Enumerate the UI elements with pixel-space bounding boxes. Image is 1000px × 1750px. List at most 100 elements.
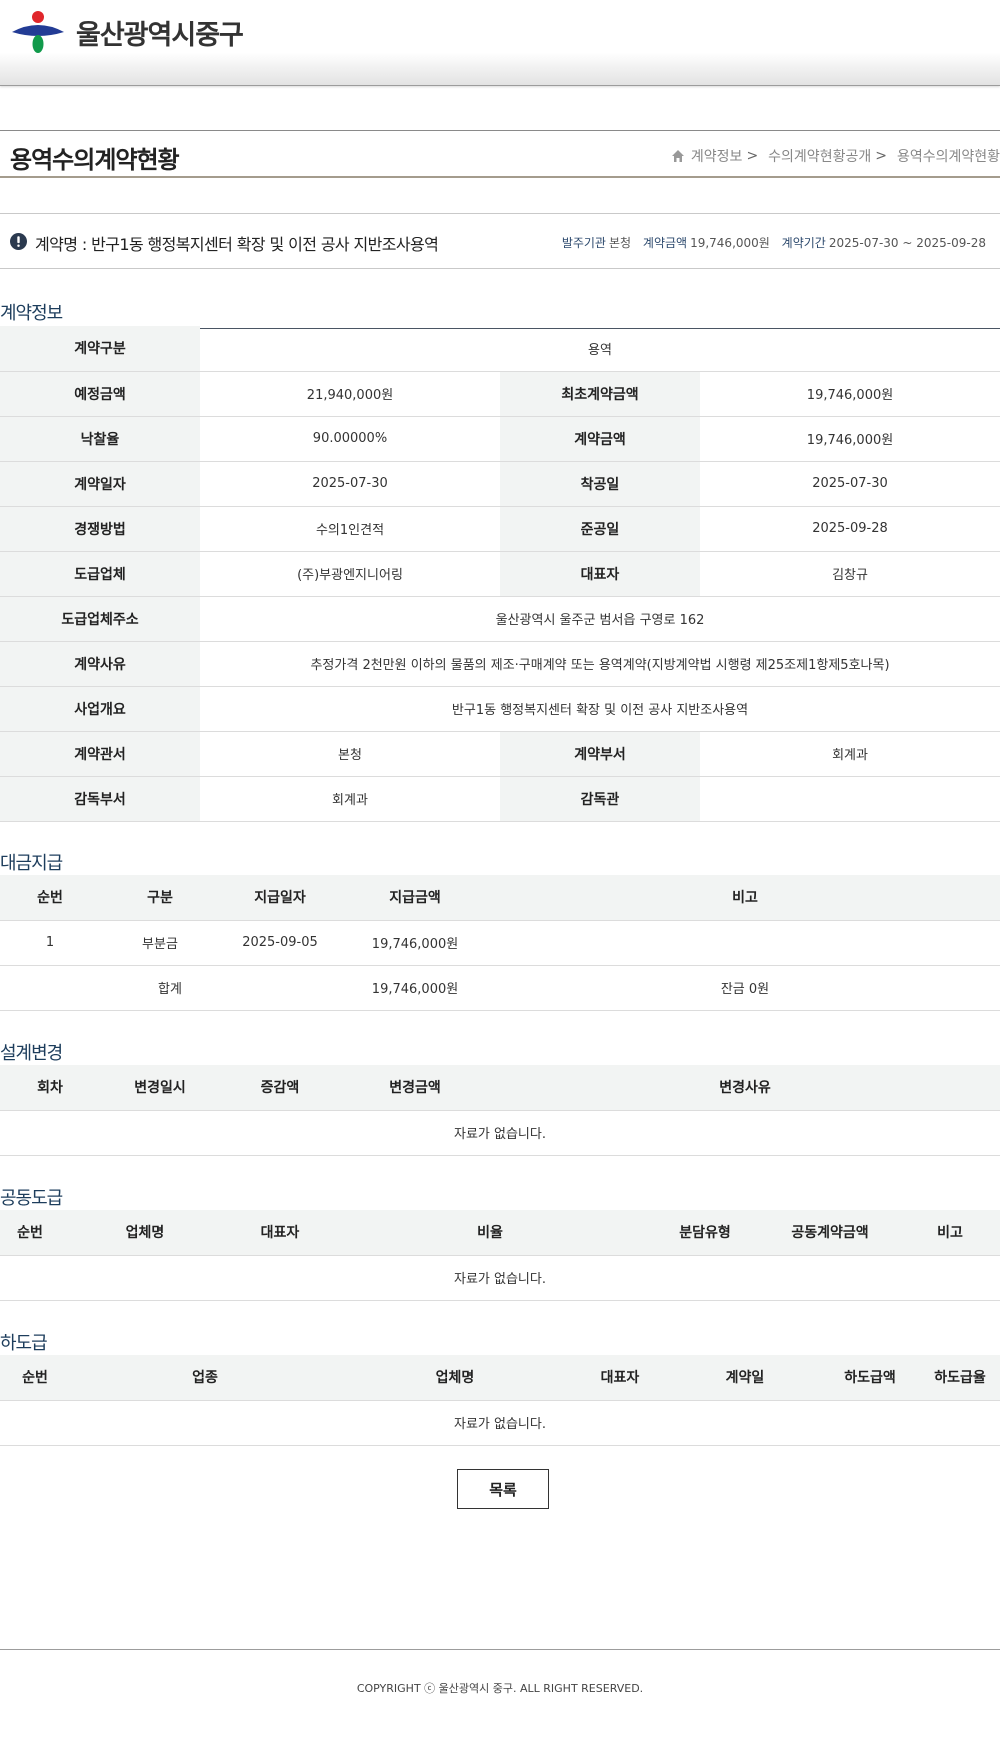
total-amount: 19,746,000원	[340, 965, 490, 1011]
column-header: 구분	[100, 875, 220, 921]
junggu-emblem-icon	[12, 11, 64, 53]
label-method: 경쟁방법	[0, 506, 200, 552]
site-header: 울산광역시중구	[0, 0, 1000, 86]
table-header-row: 순번 업종 업체명 대표자 계약일 하도급액 하도급율	[0, 1355, 1000, 1401]
value-end-date: 2025-09-28	[700, 506, 1000, 552]
column-header: 업체명	[60, 1210, 230, 1256]
payment-kind: 부분금	[100, 920, 220, 966]
contract-meta: 발주기관 본청 계약금액 19,746,000원 계약기간 2025-07-30 ~ …	[554, 234, 986, 251]
table-row: 계약사유 추정가격 2천만원 이하의 물품의 제조·구매계약 또는 용역계약(지…	[0, 641, 1000, 687]
label-estimated-amount: 예정금액	[0, 371, 200, 417]
section-title-contract-info: 계약정보	[0, 299, 1000, 329]
table-row: 1 부분금 2025-09-05 19,746,000원	[0, 920, 1000, 966]
breadcrumb: 계약정보 > 수의계약현황공개 > 용역수의계약현황	[671, 146, 1000, 166]
table-header-row: 순번 업체명 대표자 비율 분담유형 공동계약금액 비고	[0, 1210, 1000, 1256]
column-header: 변경사유	[490, 1065, 1000, 1111]
column-header: 변경금액	[340, 1065, 490, 1111]
page-title: 용역수의계약현황	[10, 146, 180, 174]
label-contract-type: 계약구분	[0, 326, 200, 372]
period-value: 2025-07-30 ~ 2025-09-28	[828, 236, 986, 250]
copyright-text: COPYRIGHT ⓒ 울산광역시 중구. ALL RIGHT RESERVED…	[356, 1682, 644, 1695]
table-row: 사업개요 반구1동 행정복지센터 확장 및 이전 공사 지반조사용역	[0, 686, 1000, 732]
column-header: 비율	[330, 1210, 650, 1256]
table-row: 계약관서 본청 계약부서 회계과	[0, 731, 1000, 777]
column-header: 순번	[0, 1210, 60, 1256]
label-start-date: 착공일	[500, 461, 700, 507]
column-header: 지급금액	[340, 875, 490, 921]
breadcrumb-item-contract-info[interactable]: 계약정보	[691, 146, 743, 166]
column-header: 공동계약금액	[760, 1210, 900, 1256]
table-row: 계약구분 용역	[0, 326, 1000, 372]
label-ceo: 대표자	[500, 551, 700, 597]
empty-message: 자료가 없습니다.	[0, 1110, 1000, 1156]
label-project-summary: 사업개요	[0, 686, 200, 732]
breadcrumb-item-service-contract[interactable]: 용역수의계약현황	[897, 146, 1000, 166]
table-row: 경쟁방법 수의1인견적 준공일 2025-09-28	[0, 506, 1000, 552]
payment-amount: 19,746,000원	[340, 920, 490, 966]
column-header: 업종	[70, 1355, 340, 1401]
home-icon[interactable]	[671, 149, 685, 163]
label-contract-office: 계약관서	[0, 731, 200, 777]
value-project-summary: 반구1동 행정복지센터 확장 및 이전 공사 지반조사용역	[200, 686, 1000, 732]
table-row: 자료가 없습니다.	[0, 1110, 1000, 1156]
column-header: 하도급액	[820, 1355, 920, 1401]
value-supervisor	[700, 776, 1000, 822]
label-bid-rate: 낙찰율	[0, 416, 200, 462]
label-contract-dept: 계약부서	[500, 731, 700, 777]
table-header-row: 회차 변경일시 증감액 변경금액 변경사유	[0, 1065, 1000, 1111]
contract-summary: 계약명 : 반구1동 행정복지센터 확장 및 이전 공사 지반조사용역 발주기관…	[0, 213, 1000, 269]
amount-value: 19,746,000원	[690, 236, 770, 250]
value-contract-dept: 회계과	[700, 731, 1000, 777]
table-row: 도급업체 (주)부광엔지니어링 대표자 김창규	[0, 551, 1000, 597]
value-first-amount: 19,746,000원	[700, 371, 1000, 417]
value-estimated-amount: 21,940,000원	[200, 371, 500, 417]
balance: 잔금 0원	[490, 965, 1000, 1011]
table-header-row: 순번 구분 지급일자 지급금액 비고	[0, 875, 1000, 921]
empty-message: 자료가 없습니다.	[0, 1400, 1000, 1446]
list-button[interactable]: 목록	[457, 1469, 549, 1509]
design-change-table: 회차 변경일시 증감액 변경금액 변경사유 자료가 없습니다.	[0, 1065, 1000, 1156]
contract-info-table: 계약구분 용역 예정금액 21,940,000원 최초계약금액 19,746,0…	[0, 326, 1000, 822]
amount-label: 계약금액	[642, 236, 688, 250]
value-company-address: 울산광역시 울주군 범서읍 구영로 162	[200, 596, 1000, 642]
label-company: 도급업체	[0, 551, 200, 597]
label-contract-amount: 계약금액	[500, 416, 700, 462]
contract-name: 계약명 : 반구1동 행정복지센터 확장 및 이전 공사 지반조사용역	[35, 235, 439, 254]
table-row: 계약일자 2025-07-30 착공일 2025-07-30	[0, 461, 1000, 507]
value-contract-reason: 추정가격 2천만원 이하의 물품의 제조·구매계약 또는 용역계약(지방계약법 …	[200, 641, 1000, 687]
breadcrumb-item-private-contract[interactable]: 수의계약현황공개	[768, 146, 871, 166]
page-title-bar: 용역수의계약현황 계약정보 > 수의계약현황공개 > 용역수의계약현황	[0, 130, 1000, 178]
column-header: 하도급율	[920, 1355, 1000, 1401]
value-contract-office: 본청	[200, 731, 500, 777]
table-row: 자료가 없습니다.	[0, 1400, 1000, 1446]
column-header: 대표자	[570, 1355, 670, 1401]
label-contract-date: 계약일자	[0, 461, 200, 507]
label-company-address: 도급업체주소	[0, 596, 200, 642]
site-footer: COPYRIGHT ⓒ 울산광역시 중구. ALL RIGHT RESERVED…	[0, 1649, 1000, 1750]
org-label: 발주기관	[561, 236, 606, 250]
label-contract-reason: 계약사유	[0, 641, 200, 687]
column-header: 업체명	[340, 1355, 570, 1401]
joint-contract-table: 순번 업체명 대표자 비율 분담유형 공동계약금액 비고 자료가 없습니다.	[0, 1210, 1000, 1301]
table-row: 도급업체주소 울산광역시 울주군 범서읍 구영로 162	[0, 596, 1000, 642]
value-contract-amount: 19,746,000원	[700, 416, 1000, 462]
empty-message: 자료가 없습니다.	[0, 1255, 1000, 1301]
payment-note	[490, 920, 1000, 966]
label-supervisor: 감독관	[500, 776, 700, 822]
total-label: 합계	[100, 965, 340, 1011]
column-header: 증감액	[220, 1065, 340, 1111]
value-method: 수의1인견적	[200, 506, 500, 552]
column-header: 분담유형	[650, 1210, 760, 1256]
column-header: 변경일시	[100, 1065, 220, 1111]
column-header: 계약일	[670, 1355, 820, 1401]
exclamation-icon	[10, 233, 27, 250]
subcontract-table: 순번 업종 업체명 대표자 계약일 하도급액 하도급율 자료가 없습니다.	[0, 1355, 1000, 1446]
breadcrumb-separator: >	[746, 148, 759, 164]
breadcrumb-separator: >	[875, 148, 887, 164]
column-header: 순번	[0, 1355, 70, 1401]
site-logo[interactable]: 울산광역시중구	[10, 10, 244, 54]
org-value: 본청	[608, 236, 632, 250]
value-supervise-dept: 회계과	[200, 776, 500, 822]
value-bid-rate: 90.00000%	[200, 416, 500, 462]
payment-no: 1	[0, 920, 100, 966]
